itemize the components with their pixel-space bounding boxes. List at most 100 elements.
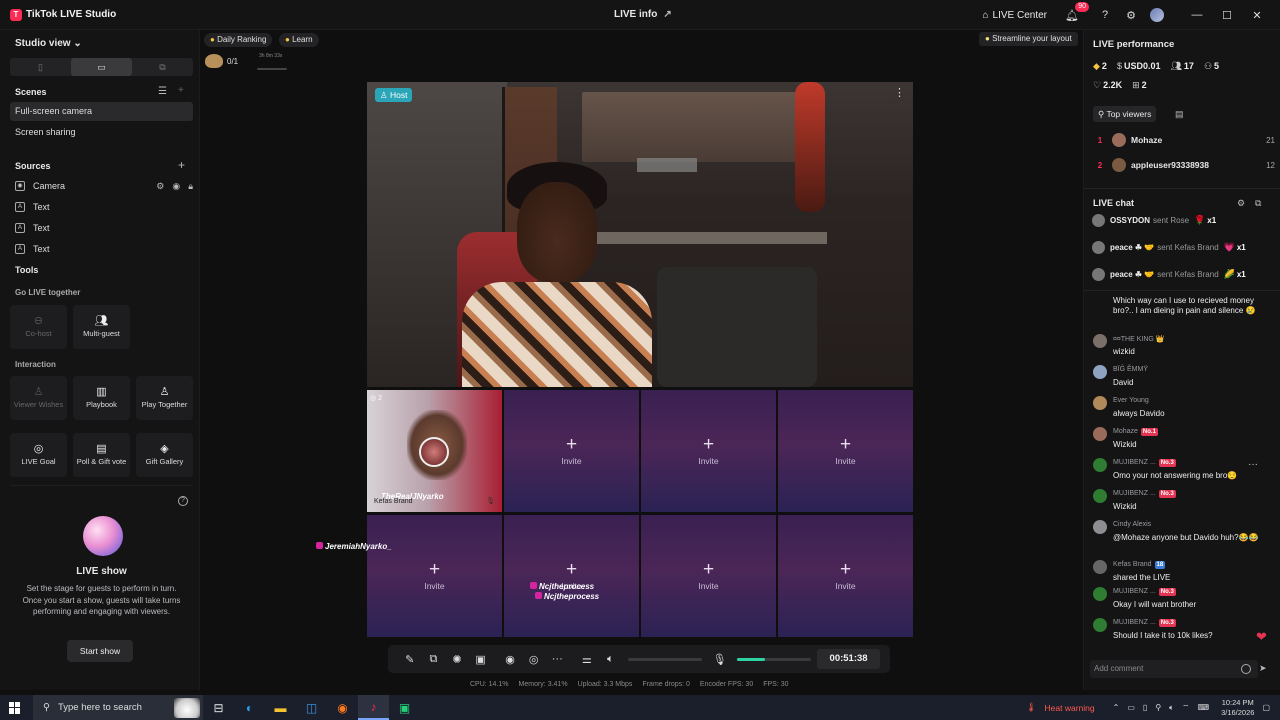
list-icon[interactable]: ☰ [158, 86, 167, 97]
scene-screen-sharing[interactable]: Screen sharing [10, 123, 193, 142]
file-explorer-icon[interactable]: ▬ [265, 695, 296, 720]
maximize-icon[interactable]: ☐ [1212, 9, 1242, 22]
top-viewer-row[interactable]: 2 appleuser93338938 12 [1093, 156, 1275, 174]
usb-icon[interactable]: ⚲ [1155, 703, 1161, 712]
add-scene-icon[interactable]: + [178, 85, 184, 96]
help-icon[interactable]: ? [1097, 7, 1113, 23]
person-icon: ♙ [159, 385, 170, 398]
task-view-icon[interactable]: ⊟ [203, 695, 234, 720]
battery-icon[interactable]: ▯ [1143, 703, 1147, 712]
taskbar-search[interactable]: ⚲ Type here to search [33, 695, 203, 720]
diamond-icon: ◆ [1093, 61, 1100, 71]
portrait-view-icon[interactable]: ▯ [10, 58, 71, 76]
add-user-icon: ⚇ [1203, 61, 1213, 71]
chat-username: MUJIBENZ ... [1113, 459, 1156, 466]
tiktok-live-studio-icon[interactable]: ♪ [358, 695, 389, 720]
search-icon: ⚲ [43, 702, 50, 713]
play-together-button[interactable]: ♙ Play Together [136, 376, 193, 420]
record-icon[interactable]: ◉ [498, 653, 522, 666]
emoji-icon[interactable] [1241, 664, 1251, 674]
store-icon[interactable]: ◫ [296, 695, 327, 720]
top-viewers-tab[interactable]: ⚲ Top viewers [1093, 106, 1157, 122]
dual-view-icon[interactable]: ⧉ [132, 58, 193, 76]
live-goal-button[interactable]: ◎ LIVE Goal [10, 433, 67, 477]
source-text[interactable]: A Text [15, 241, 193, 257]
text-icon: A [15, 202, 25, 212]
invite-slot[interactable]: + Invite [641, 390, 776, 512]
capture-icon[interactable]: ◎ [522, 653, 546, 666]
streamline-layout-button[interactable]: ● Streamline your layout [979, 32, 1078, 46]
learn-chip[interactable]: ● Learn [279, 33, 319, 47]
effects-icon[interactable]: ✺ [445, 653, 469, 666]
add-comment-input[interactable]: Add comment [1090, 660, 1258, 678]
microphone-icon[interactable]: 🎙︎ [708, 653, 732, 666]
gift-list-icon[interactable]: ▤ [1175, 109, 1184, 120]
speaker-icon[interactable]: 🔈︎ [599, 653, 623, 666]
poll-label: Poll & Gift vote [76, 456, 127, 466]
popout-icon[interactable]: ⧉ [1255, 198, 1261, 209]
daily-ranking-chip[interactable]: ● Daily Ranking [204, 33, 273, 47]
help-icon[interactable]: ? [178, 496, 188, 506]
live-info-button[interactable]: LIVE info ↗ [614, 9, 672, 20]
top-viewer-row[interactable]: 1 Mohaze 21 [1093, 131, 1275, 149]
app-icon[interactable]: ▣ [389, 695, 420, 720]
mic-level-slider[interactable] [737, 657, 812, 661]
invite-slot[interactable]: + Invite [778, 390, 913, 512]
invite-slot[interactable]: + Invite [367, 515, 502, 637]
heat-warning[interactable]: 🌡︎ Heat warning [1026, 702, 1095, 713]
invite-slot[interactable]: + Invite [504, 515, 639, 637]
scene-full-screen-camera[interactable]: Full-screen camera [10, 102, 193, 121]
settings-icon[interactable]: ⚙ [156, 181, 164, 192]
level-badge: No.3 [1158, 459, 1176, 467]
invite-slot[interactable]: + Invite [504, 390, 639, 512]
wifi-icon[interactable]: ⌔ [1182, 703, 1190, 713]
invite-slot[interactable]: + Invite [641, 515, 776, 637]
rank-progress-bar [257, 68, 287, 70]
cohost-button[interactable]: ⊖ Co-host [10, 305, 67, 349]
add-source-icon[interactable]: ⧉ [422, 653, 446, 666]
edge-icon[interactable]: ◐ [234, 695, 265, 720]
more-options-icon[interactable]: ··· [1248, 459, 1258, 470]
layout-icon[interactable]: ▣ [469, 653, 493, 666]
bell-icon[interactable]: 🔔︎ 90 [1064, 2, 1089, 23]
chat-settings-icon[interactable]: ⚙ [1237, 198, 1245, 209]
heart-icon: ❤ [1256, 629, 1267, 644]
volume-icon[interactable]: 🔈︎ [1169, 703, 1174, 713]
viewer-wishes-button[interactable]: ♙ Viewer Wishes [10, 376, 67, 420]
gear-icon[interactable]: ⚙ [1123, 7, 1139, 23]
firefox-icon[interactable]: ◉ [327, 695, 358, 720]
eye-icon[interactable]: ◉ [172, 181, 180, 192]
language-icon[interactable]: ⌨ [1198, 703, 1210, 712]
heart-icon: ♡ [1093, 80, 1102, 90]
source-camera[interactable]: ◉ Camera ⚙ ◉ 🔒︎ [15, 178, 193, 194]
invite-slot[interactable]: + Invite [778, 515, 913, 637]
magic-wand-icon[interactable]: ✎ [398, 653, 422, 666]
more-options-icon[interactable]: ⋮ [894, 86, 905, 99]
minimize-icon[interactable]: — [1182, 9, 1212, 21]
multi-guest-button[interactable]: 👥︎ Multi-guest [73, 305, 130, 349]
more-icon[interactable]: ··· [545, 653, 569, 665]
notifications-icon[interactable]: ▢ [1262, 703, 1270, 712]
mic-icon[interactable]: 🎙︎ [486, 497, 495, 505]
adjust-icon[interactable]: ⚌ [575, 653, 599, 666]
source-text[interactable]: A Text [15, 199, 193, 215]
windows-start-icon[interactable] [9, 701, 21, 714]
lock-icon[interactable]: 🔒︎ [188, 181, 193, 192]
add-source-icon[interactable]: + [178, 158, 185, 172]
poll-gift-vote-button[interactable]: ▤ Poll & Gift vote [73, 433, 130, 477]
gift-gallery-button[interactable]: ◈ Gift Gallery [136, 433, 193, 477]
landscape-view-icon[interactable]: ▭ [71, 58, 132, 76]
close-icon[interactable]: ✕ [1242, 9, 1272, 22]
source-text[interactable]: A Text [15, 220, 193, 236]
send-icon[interactable]: ➤ [1259, 663, 1267, 674]
profile-avatar[interactable] [1149, 7, 1165, 23]
network-icon[interactable]: ▭ [1127, 703, 1135, 712]
guest-slot-occupied[interactable]: ◎ 2 TheRealJNyarko Kefas Brand 🎙︎ [367, 390, 502, 512]
clock[interactable]: 10:24 PM 3/16/2026 [1221, 698, 1254, 718]
playbook-button[interactable]: ▥ Playbook [73, 376, 130, 420]
live-center-button[interactable]: ⌂ LIVE Center [982, 10, 1047, 21]
volume-slider[interactable] [628, 657, 702, 661]
chevron-up-icon[interactable]: ⌃ [1113, 703, 1120, 712]
start-show-button[interactable]: Start show [67, 640, 133, 662]
studio-view-dropdown[interactable]: Studio view ⌄ [15, 38, 82, 49]
